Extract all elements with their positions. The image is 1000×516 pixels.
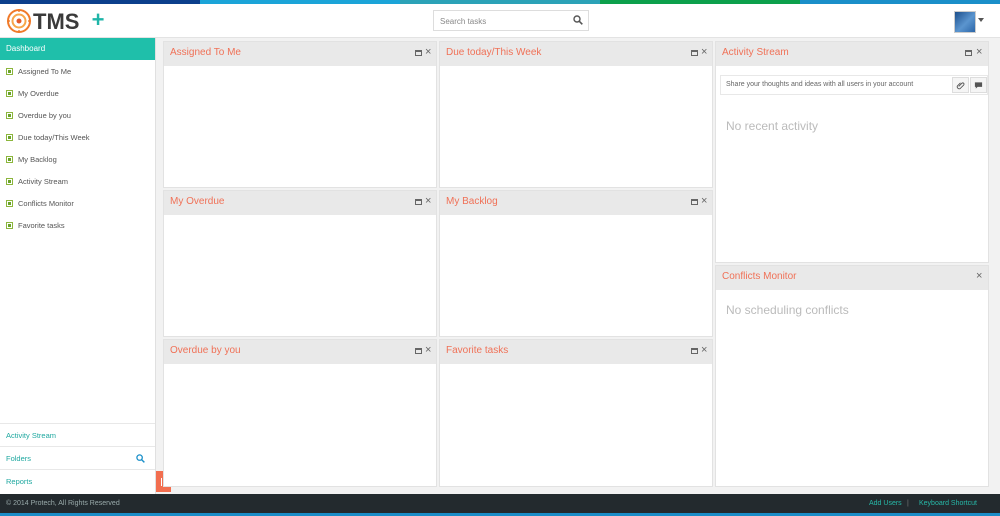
panel-header: Favorite tasks × (440, 340, 712, 364)
sidebar: Dashboard Assigned To Me My Overdue Over… (0, 38, 156, 494)
sidebar-item-my-backlog[interactable]: My Backlog (0, 148, 155, 170)
panel-my-backlog: My Backlog × (439, 190, 713, 337)
panel-title: My Backlog (446, 196, 498, 207)
checkbox-icon (6, 67, 13, 75)
sidebar-item-label: My Overdue (18, 88, 59, 98)
panel-title: Conflicts Monitor (722, 271, 797, 282)
sidebar-item-assigned-to-me[interactable]: Assigned To Me (0, 60, 155, 82)
panel-header: Assigned To Me × (164, 42, 436, 66)
sidebar-link-activity-stream[interactable]: Activity Stream (0, 423, 155, 446)
close-icon[interactable]: × (425, 343, 431, 357)
panel-header: Activity Stream × (716, 42, 988, 66)
checkbox-icon (6, 133, 13, 141)
sidebar-link-label: Folders (6, 454, 32, 463)
panel-overdue-by-you: Overdue by you × (163, 339, 437, 487)
top-header: TMS + (0, 4, 1000, 38)
share-thoughts-input[interactable]: Share your thoughts and ideas with all u… (720, 75, 988, 95)
maximize-icon[interactable] (691, 199, 698, 205)
user-avatar[interactable] (954, 11, 976, 33)
sidebar-item-label: Overdue by you (18, 110, 71, 120)
empty-conflicts-message: No scheduling conflicts (726, 303, 849, 317)
maximize-icon[interactable] (965, 50, 972, 56)
close-icon[interactable]: × (976, 45, 982, 59)
close-icon[interactable]: × (701, 343, 707, 357)
grip-line-icon (161, 477, 162, 486)
panel-title: Overdue by you (170, 345, 241, 356)
maximize-icon[interactable] (415, 50, 422, 56)
panel-activity-stream: Activity Stream × Share your thoughts an… (715, 41, 989, 263)
maximize-icon[interactable] (691, 50, 698, 56)
panel-title: Due today/This Week (446, 47, 542, 58)
checkbox-icon (6, 221, 13, 229)
sidebar-item-due-week[interactable]: Due today/This Week (0, 126, 155, 148)
checkbox-icon (6, 89, 13, 97)
panel-header: Overdue by you × (164, 340, 436, 364)
panel-title: My Overdue (170, 196, 225, 207)
add-users-link[interactable]: Add Users (869, 500, 902, 507)
footer: © 2014 Protech, All Rights Reserved Add … (0, 494, 1000, 516)
comment-button[interactable] (970, 77, 987, 93)
sidebar-item-label: Due today/This Week (18, 132, 90, 142)
app-logo-text[interactable]: TMS (33, 9, 79, 35)
maximize-icon[interactable] (415, 348, 422, 354)
sidebar-item-activity-stream[interactable]: Activity Stream (0, 170, 155, 192)
maximize-icon[interactable] (691, 348, 698, 354)
close-icon[interactable]: × (701, 194, 707, 208)
close-icon[interactable]: × (425, 194, 431, 208)
close-icon[interactable]: × (701, 45, 707, 59)
sidebar-link-folders[interactable]: Folders (0, 446, 155, 469)
tms-logo-icon (7, 9, 31, 33)
chevron-down-icon[interactable] (978, 18, 984, 22)
close-icon[interactable]: × (425, 45, 431, 59)
checkbox-icon (6, 111, 13, 119)
attach-button[interactable] (952, 77, 969, 93)
keyboard-shortcut-link[interactable]: Keyboard Shortcut (919, 500, 977, 507)
sidebar-link-reports[interactable]: Reports (0, 469, 155, 492)
panel-header: Conflicts Monitor × (716, 266, 988, 290)
sidebar-item-favorite-tasks[interactable]: Favorite tasks (0, 214, 155, 236)
footer-separator: | (907, 500, 909, 507)
comment-icon (974, 81, 983, 89)
panel-assigned-to-me: Assigned To Me × (163, 41, 437, 188)
checkbox-icon (6, 177, 13, 185)
empty-activity-message: No recent activity (726, 119, 819, 133)
sidebar-item-conflicts-monitor[interactable]: Conflicts Monitor (0, 192, 155, 214)
search-box (433, 10, 589, 31)
checkbox-icon (6, 155, 13, 163)
panel-header: Due today/This Week × (440, 42, 712, 66)
panel-favorite-tasks: Favorite tasks × (439, 339, 713, 487)
sidebar-item-label: Conflicts Monitor (18, 198, 74, 208)
panel-my-overdue: My Overdue × (163, 190, 437, 337)
search-input[interactable] (434, 12, 564, 31)
sidebar-item-label: My Backlog (18, 154, 57, 164)
sidebar-item-label: Assigned To Me (18, 66, 72, 76)
maximize-icon[interactable] (415, 199, 422, 205)
panel-conflicts-monitor: Conflicts Monitor × No scheduling confli… (715, 265, 989, 487)
checkbox-icon (6, 199, 13, 207)
paperclip-icon (956, 81, 965, 89)
sidebar-item-dashboard[interactable]: Dashboard (0, 38, 155, 60)
close-icon[interactable]: × (976, 269, 982, 283)
panel-title: Activity Stream (722, 47, 789, 58)
search-icon[interactable] (573, 15, 583, 25)
sidebar-item-overdue-by-you[interactable]: Overdue by you (0, 104, 155, 126)
add-task-button[interactable]: + (90, 9, 106, 31)
panel-due-this-week: Due today/This Week × (439, 41, 713, 188)
search-icon[interactable] (136, 454, 145, 463)
sidebar-item-label: Activity Stream (18, 176, 69, 186)
panel-header: My Overdue × (164, 191, 436, 215)
panel-title: Favorite tasks (446, 345, 509, 356)
panel-title: Assigned To Me (170, 47, 241, 58)
share-placeholder: Share your thoughts and ideas with all u… (726, 81, 914, 88)
copyright-text: © 2014 Protech, All Rights Reserved (6, 500, 120, 507)
panel-header: My Backlog × (440, 191, 712, 215)
sidebar-item-label: Favorite tasks (18, 220, 65, 230)
sidebar-item-my-overdue[interactable]: My Overdue (0, 82, 155, 104)
sidebar-bottom-links: Activity Stream Folders Reports (0, 423, 155, 492)
